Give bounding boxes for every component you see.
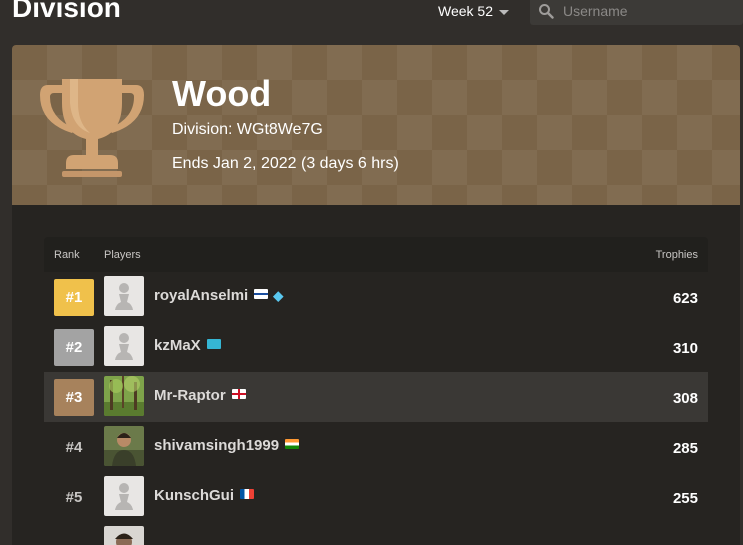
- division-id: Division: WGt8We7G: [172, 121, 323, 138]
- page-title: Division: [12, 0, 121, 23]
- table-header: Rank Players Trophies: [44, 237, 708, 272]
- chevron-down-icon: [499, 9, 509, 15]
- search-icon: [539, 3, 554, 19]
- trophies-column-header: Trophies: [655, 249, 698, 261]
- rank-label: #5: [65, 489, 83, 506]
- players-column-header: Players: [104, 249, 141, 261]
- diamond-icon: ◆: [273, 288, 284, 303]
- player-name-text: KunschGui: [154, 487, 235, 504]
- rank-badge-silver: #2: [54, 329, 94, 366]
- finland-flag-icon: [254, 289, 269, 299]
- player-name[interactable]: shivamsingh1999: [154, 437, 300, 454]
- league-name: Wood: [172, 73, 272, 114]
- week-selector[interactable]: Week 52: [438, 3, 509, 19]
- player-name[interactable]: KunschGui: [154, 487, 255, 504]
- avatar[interactable]: [104, 376, 144, 416]
- trophy-icon: [40, 79, 144, 177]
- forest-photo-icon: [104, 376, 144, 416]
- rank-label: #4: [65, 439, 83, 456]
- trophy-count: 308: [672, 390, 698, 407]
- pawn-icon: [104, 476, 144, 516]
- player-name-text: shivamsingh1999: [154, 437, 280, 454]
- avatar[interactable]: [104, 426, 144, 466]
- player-name-text: Mr-Raptor: [154, 387, 226, 404]
- trophy-count: 285: [672, 440, 698, 457]
- person-photo-icon: [104, 526, 144, 545]
- player-name[interactable]: kzMaX: [154, 337, 221, 354]
- france-flag-icon: [240, 489, 255, 499]
- avatar[interactable]: [104, 526, 144, 545]
- trophy-count: 255: [672, 490, 698, 507]
- avatar[interactable]: [104, 276, 144, 316]
- week-label: Week 52: [438, 3, 493, 19]
- table-row[interactable]: [44, 522, 708, 545]
- pawn-icon: [104, 276, 144, 316]
- india-flag-icon: [285, 439, 300, 449]
- top-bar: Division Week 52: [0, 0, 743, 34]
- table-row[interactable]: #5 KunschGui 255: [44, 472, 708, 522]
- rank-column-header: Rank: [54, 249, 80, 261]
- rank-badge-bronze: #3: [54, 379, 94, 416]
- table-row[interactable]: #4 shivamsingh1999 285: [44, 422, 708, 472]
- player-name[interactable]: royalAnselmi ◆: [154, 287, 283, 304]
- username-search-input[interactable]: [561, 1, 735, 20]
- pawn-icon: [104, 326, 144, 366]
- division-end-time: Ends Jan 2, 2022 (3 days 6 hrs): [172, 155, 399, 172]
- table-row[interactable]: #1 royalAnselmi ◆ 623: [44, 272, 708, 322]
- player-name-text: kzMaX: [154, 337, 201, 354]
- division-panel: Wood Division: WGt8We7G Ends Jan 2, 2022…: [12, 45, 740, 545]
- trophy-count: 623: [672, 290, 698, 307]
- table-row[interactable]: #2 kzMaX 310: [44, 322, 708, 372]
- trophy-count: 310: [672, 340, 698, 357]
- player-name-text: royalAnselmi: [154, 287, 249, 304]
- player-name[interactable]: Mr-Raptor: [154, 387, 246, 404]
- person-photo-icon: [104, 426, 144, 466]
- leaderboard-table: Rank Players Trophies #1 royalAnselmi ◆ 6…: [44, 237, 708, 545]
- avatar[interactable]: [104, 326, 144, 366]
- avatar[interactable]: [104, 476, 144, 516]
- england-flag-icon: [231, 389, 246, 399]
- rank-badge-gold: #1: [54, 279, 94, 316]
- table-row-current-user[interactable]: #3 Mr-Raptor 308: [44, 372, 708, 422]
- kazakhstan-flag-icon: [206, 339, 221, 349]
- league-banner: Wood Division: WGt8We7G Ends Jan 2, 2022…: [12, 45, 740, 205]
- search-box[interactable]: [530, 0, 743, 25]
